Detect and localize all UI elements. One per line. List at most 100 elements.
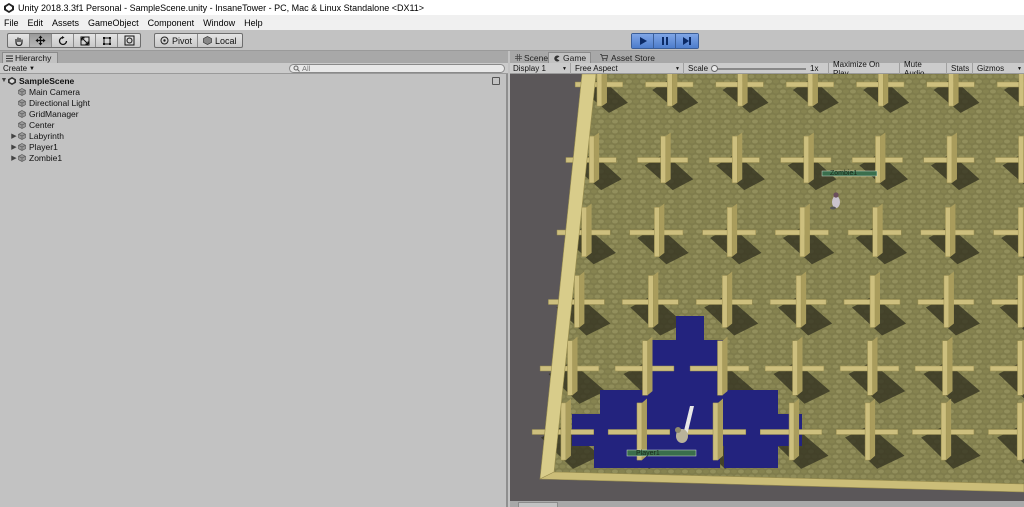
transform-tool-button[interactable] xyxy=(118,34,140,47)
gameobject-cube-icon xyxy=(18,99,26,107)
maze-wall-segment xyxy=(941,403,946,460)
menu-help[interactable]: Help xyxy=(244,18,263,28)
pivot-button[interactable]: Pivot xyxy=(155,34,198,47)
hierarchy-item[interactable]: GridManager xyxy=(0,108,506,119)
play-icon xyxy=(638,36,648,46)
window-title: Unity 2018.3.3f1 Personal - SampleScene.… xyxy=(18,3,424,13)
search-input[interactable] xyxy=(302,64,492,73)
maze-wall-segment xyxy=(561,403,566,460)
hierarchy-panel: ▼ SampleScene Main CameraDirectional Lig… xyxy=(0,74,508,507)
play-button[interactable] xyxy=(632,34,654,48)
aspect-label: Free Aspect xyxy=(575,64,618,73)
move-tool-button[interactable] xyxy=(30,34,52,47)
hierarchy-item[interactable]: ▶ Zombie1 xyxy=(0,152,506,163)
maze-wall-segment xyxy=(648,276,653,328)
hierarchy-item[interactable]: Directional Light xyxy=(0,97,506,108)
maze-wall-segment xyxy=(793,341,798,396)
gameobject-cube-icon xyxy=(18,88,26,96)
maze-wall-segment xyxy=(568,341,573,396)
maze-wall-face xyxy=(952,133,957,183)
step-button[interactable] xyxy=(676,34,698,48)
menu-file[interactable]: File xyxy=(4,18,19,28)
maximize-on-play-toggle[interactable]: Maximize On Play xyxy=(830,63,900,74)
tab-game[interactable]: Game xyxy=(548,52,591,63)
display-dropdown[interactable]: Display 1 ▼ xyxy=(510,63,571,74)
move-arrows-icon xyxy=(35,35,46,46)
maze-wall-face xyxy=(801,272,806,328)
maze-wall-segment xyxy=(804,136,809,183)
mute-audio-toggle[interactable]: Mute Audio xyxy=(901,63,947,74)
local-button[interactable]: Local xyxy=(198,34,242,47)
scene-root-row[interactable]: ▼ SampleScene xyxy=(0,75,506,86)
menu-window[interactable]: Window xyxy=(203,18,235,28)
game-view[interactable]: Zombie1 Player1 xyxy=(510,74,1024,501)
tab-hierarchy[interactable]: Hierarchy xyxy=(2,52,58,63)
hierarchy-item-label: Zombie1 xyxy=(29,153,62,163)
maze-wall-face xyxy=(798,337,803,396)
hierarchy-item[interactable]: Center xyxy=(0,119,506,130)
maze-wall-face xyxy=(666,133,671,183)
maze-wall-segment xyxy=(727,207,732,256)
scale-tool-button[interactable] xyxy=(74,34,96,47)
search-icon xyxy=(293,65,300,72)
bottom-panel-tabs xyxy=(510,501,1024,507)
stats-toggle[interactable]: Stats xyxy=(948,63,973,74)
maze-wall-segment xyxy=(947,136,952,183)
scene-options-icon[interactable] xyxy=(492,77,500,85)
maze-wall-face xyxy=(602,74,607,106)
maze-wall-segment xyxy=(873,207,878,256)
maze-wall-face xyxy=(737,133,742,183)
gizmos-dropdown[interactable]: Gizmos ▼ xyxy=(974,63,1024,74)
hierarchy-item[interactable]: ▶Player1 xyxy=(0,141,506,152)
hierarchy-item-label: Labyrinth xyxy=(29,131,64,141)
maze-wall-face xyxy=(809,133,814,183)
expand-arrow-icon[interactable]: ▶ xyxy=(10,143,18,151)
expand-arrow-icon[interactable]: ▶ xyxy=(10,132,18,140)
cart-icon xyxy=(600,54,608,61)
maze-wall-segment xyxy=(589,136,594,183)
scale-slider-handle[interactable] xyxy=(711,65,718,72)
aspect-dropdown[interactable]: Free Aspect ▼ xyxy=(572,63,684,74)
hierarchy-item[interactable]: Main Camera xyxy=(0,86,506,97)
maze-wall-face xyxy=(946,399,951,461)
maze-wall-segment xyxy=(643,341,648,396)
maze-wall-face xyxy=(954,74,959,106)
tab-project[interactable] xyxy=(518,502,558,507)
gameobject-cube-icon xyxy=(18,132,26,140)
rect-tool-button[interactable] xyxy=(96,34,118,47)
menu-edit[interactable]: Edit xyxy=(28,18,44,28)
maze-wall-face xyxy=(659,204,664,257)
create-dropdown[interactable]: Create ▼ xyxy=(3,64,35,73)
tab-hierarchy-label: Hierarchy xyxy=(15,53,51,63)
pause-button[interactable] xyxy=(654,34,676,48)
maze-wall-face xyxy=(587,204,592,257)
maze-wall-segment xyxy=(1019,74,1024,106)
menu-gameobject[interactable]: GameObject xyxy=(88,18,139,28)
menu-component[interactable]: Component xyxy=(148,18,195,28)
expand-arrow-icon[interactable]: ▶ xyxy=(10,154,18,162)
maze-wall-segment xyxy=(789,403,794,460)
tab-scene[interactable]: Scene xyxy=(511,52,552,63)
pause-icon xyxy=(660,36,670,46)
main-toolbar: Pivot Local xyxy=(0,30,1024,51)
maze-wall-segment xyxy=(722,276,727,328)
tab-asset-store-label: Asset Store xyxy=(611,53,655,63)
rotate-tool-button[interactable] xyxy=(52,34,74,47)
maze-wall-segment xyxy=(878,74,883,106)
menu-assets[interactable]: Assets xyxy=(52,18,79,28)
hand-tool-button[interactable] xyxy=(8,34,30,47)
player-nameplate: Player1 xyxy=(636,450,660,457)
hierarchy-tab-bar: Hierarchy xyxy=(0,51,508,63)
maze-wall-face xyxy=(873,337,878,396)
scale-slider-track[interactable] xyxy=(714,68,806,70)
tab-asset-store[interactable]: Asset Store xyxy=(596,52,659,63)
hierarchy-item[interactable]: ▶ Labyrinth xyxy=(0,130,506,141)
maze-wall-face xyxy=(883,74,888,106)
maze-wall-face xyxy=(805,204,810,257)
gizmos-label: Gizmos xyxy=(977,64,1004,73)
gameobject-cube-icon xyxy=(18,143,26,151)
maze-wall-segment xyxy=(582,207,587,256)
maze-wall-face xyxy=(949,272,954,328)
expand-arrow-icon[interactable]: ▼ xyxy=(0,77,8,84)
grid-icon xyxy=(515,54,522,61)
